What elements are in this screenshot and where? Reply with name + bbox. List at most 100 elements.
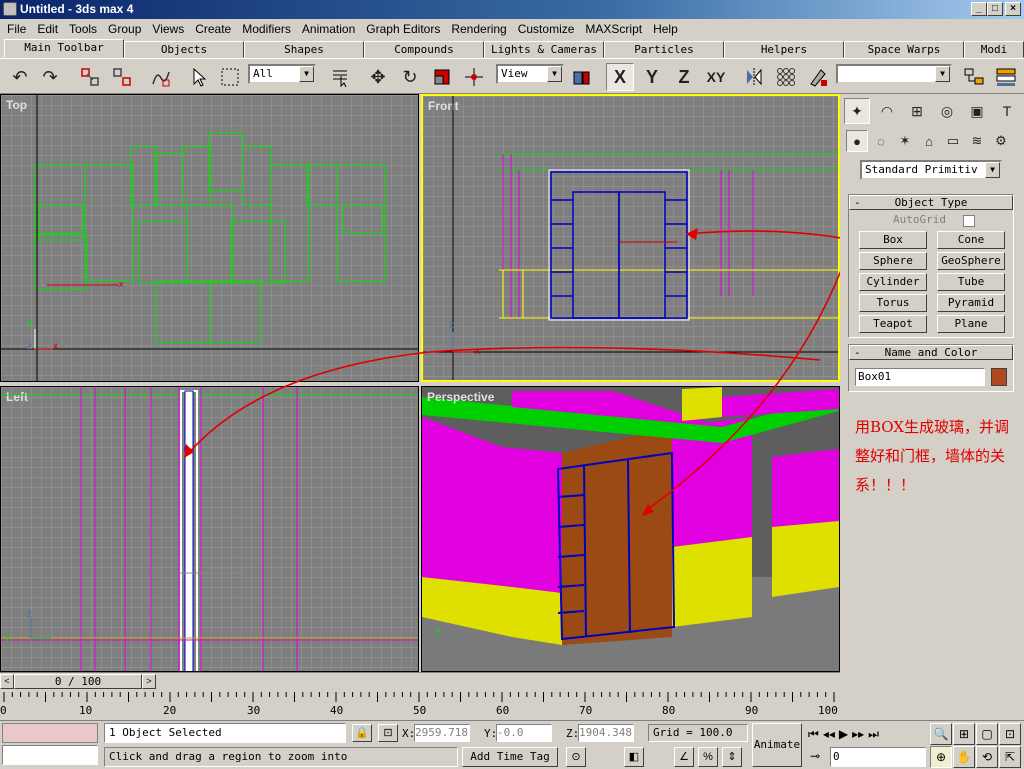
menu-modifiers[interactable]: Modifiers: [237, 22, 297, 36]
rotate-icon[interactable]: ↻: [396, 63, 424, 91]
bind-spacewarp-icon[interactable]: [146, 63, 174, 91]
object-name-input[interactable]: Box01: [855, 368, 985, 386]
menu-customize[interactable]: Customize: [513, 22, 581, 36]
display-panel-icon[interactable]: ▣: [964, 98, 990, 124]
plane-button[interactable]: Plane: [937, 315, 1005, 333]
time-slider-track[interactable]: < 0 / 100 >: [0, 672, 840, 690]
next-frame-icon[interactable]: ▸▸: [852, 727, 864, 741]
create-panel-icon[interactable]: ✦: [844, 98, 870, 124]
menu-graph-editors[interactable]: Graph Editors: [361, 22, 446, 36]
next-frame-arrow-icon[interactable]: >: [142, 674, 156, 689]
tab-space-warps[interactable]: Space Warps: [844, 41, 964, 58]
restrict-z-button[interactable]: Z: [670, 63, 698, 91]
box-button[interactable]: Box: [859, 231, 927, 249]
time-slider-thumb[interactable]: 0 / 100: [14, 674, 142, 689]
maxscript-input[interactable]: [2, 745, 98, 765]
viewport-perspective[interactable]: Perspective y: [421, 386, 840, 672]
cylinder-button[interactable]: Cylinder: [859, 273, 927, 291]
named-selection-dropdown[interactable]: ▼: [836, 64, 952, 84]
systems-icon[interactable]: ⚙: [990, 130, 1012, 152]
maxscript-listener-mini[interactable]: [2, 723, 98, 743]
viewport-top[interactable]: Top x y z x: [0, 94, 419, 382]
name-color-header[interactable]: - Name and Color: [849, 345, 1013, 360]
sphere-button[interactable]: Sphere: [859, 252, 927, 270]
geometry-icon[interactable]: ●: [846, 130, 868, 152]
current-frame-field[interactable]: 0: [830, 747, 926, 767]
geosphere-button[interactable]: GeoSphere: [937, 252, 1005, 270]
close-button[interactable]: ×: [1005, 2, 1021, 16]
tab-modifiers[interactable]: Modi: [964, 41, 1024, 58]
tab-helpers[interactable]: Helpers: [724, 41, 844, 58]
region-zoom-icon[interactable]: ⊕: [930, 746, 952, 768]
z-coord-field[interactable]: 1904.348: [578, 724, 634, 742]
tab-lights-cameras[interactable]: Lights & Cameras: [484, 41, 604, 58]
undo-icon[interactable]: ↶: [6, 63, 34, 91]
y-coord-field[interactable]: -0.0: [496, 724, 552, 742]
app-icon[interactable]: [3, 2, 17, 16]
lights-icon[interactable]: ✶: [894, 130, 916, 152]
restrict-x-button[interactable]: X: [606, 63, 634, 91]
lock-selection-icon[interactable]: 🔒: [352, 724, 372, 742]
object-color-swatch[interactable]: [991, 368, 1007, 386]
minimize-button[interactable]: _: [971, 2, 987, 16]
menu-create[interactable]: Create: [190, 22, 237, 36]
pyramid-button[interactable]: Pyramid: [937, 294, 1005, 312]
snap-toggle-icon[interactable]: ⊙: [566, 747, 586, 767]
3d-snap-icon[interactable]: ◧: [624, 747, 644, 767]
zoom-icon[interactable]: 🔍: [930, 723, 952, 745]
menu-maxscript[interactable]: MAXScript: [580, 22, 648, 36]
menu-tools[interactable]: Tools: [64, 22, 103, 36]
pan-icon[interactable]: ✋: [953, 746, 975, 768]
menu-help[interactable]: Help: [648, 22, 684, 36]
modify-panel-icon[interactable]: ◠: [874, 98, 900, 124]
viewport-front[interactable]: Front z x: [421, 94, 840, 382]
angle-snap-icon[interactable]: ∠: [674, 747, 694, 767]
hierarchy-panel-icon[interactable]: ⊞: [904, 98, 930, 124]
prev-frame-arrow-icon[interactable]: <: [0, 674, 14, 689]
selection-filter-dropdown[interactable]: All ▼: [248, 64, 316, 84]
move-icon[interactable]: ✥: [364, 63, 392, 91]
viewport-label-perspective[interactable]: Perspective: [427, 390, 494, 404]
array-icon[interactable]: [772, 63, 800, 91]
animate-button[interactable]: Animate: [752, 723, 802, 767]
unlink-icon[interactable]: [108, 63, 136, 91]
object-type-header[interactable]: - Object Type: [849, 195, 1013, 210]
viewport-left[interactable]: Left z y: [0, 386, 419, 672]
track-view-icon[interactable]: [960, 63, 988, 91]
restrict-xy-button[interactable]: XY: [702, 63, 730, 91]
maximize-button[interactable]: □: [987, 2, 1003, 16]
menu-views[interactable]: Views: [147, 22, 190, 36]
tab-main-toolbar[interactable]: Main Toolbar: [4, 39, 124, 58]
restrict-y-button[interactable]: Y: [638, 63, 666, 91]
menu-animation[interactable]: Animation: [297, 22, 361, 36]
key-mode-icon[interactable]: ⊸: [810, 749, 820, 763]
cone-button[interactable]: Cone: [937, 231, 1005, 249]
select-arrow-icon[interactable]: [184, 63, 212, 91]
percent-snap-icon[interactable]: %: [698, 747, 718, 767]
track-bar[interactable]: 0 10 20 30 40 50 60 70 80 90 100: [0, 690, 840, 720]
align-icon[interactable]: [804, 63, 832, 91]
go-to-end-icon[interactable]: ⏭: [868, 727, 879, 742]
play-icon[interactable]: ▶: [839, 727, 848, 741]
zoom-extents-icon[interactable]: ▢: [976, 723, 998, 745]
menu-edit[interactable]: Edit: [32, 22, 64, 36]
zoom-all-icon[interactable]: ⊞: [953, 723, 975, 745]
region-select-icon[interactable]: [216, 63, 244, 91]
ref-coord-dropdown[interactable]: View ▼: [496, 64, 564, 84]
tab-objects[interactable]: Objects: [124, 41, 244, 58]
go-to-start-icon[interactable]: ⏮: [808, 727, 819, 742]
add-time-tag-button[interactable]: Add Time Tag: [462, 747, 558, 767]
arc-rotate-icon[interactable]: ⟲: [976, 746, 998, 768]
pivot-center-icon[interactable]: [568, 63, 596, 91]
absolute-mode-icon[interactable]: ⊡: [378, 724, 398, 742]
select-link-icon[interactable]: [76, 63, 104, 91]
redo-icon[interactable]: ↷: [36, 63, 64, 91]
menu-rendering[interactable]: Rendering: [446, 22, 512, 36]
primitive-category-dropdown[interactable]: Standard Primitiv ▼: [860, 160, 1002, 180]
spinner-snap-icon[interactable]: ⇕: [722, 747, 742, 767]
scale-icon[interactable]: [428, 63, 456, 91]
manipulate-icon[interactable]: [460, 63, 488, 91]
tab-particles[interactable]: Particles: [604, 41, 724, 58]
maximize-viewport-icon[interactable]: ⇱: [999, 746, 1021, 768]
space-warps-icon[interactable]: ≋: [966, 130, 988, 152]
